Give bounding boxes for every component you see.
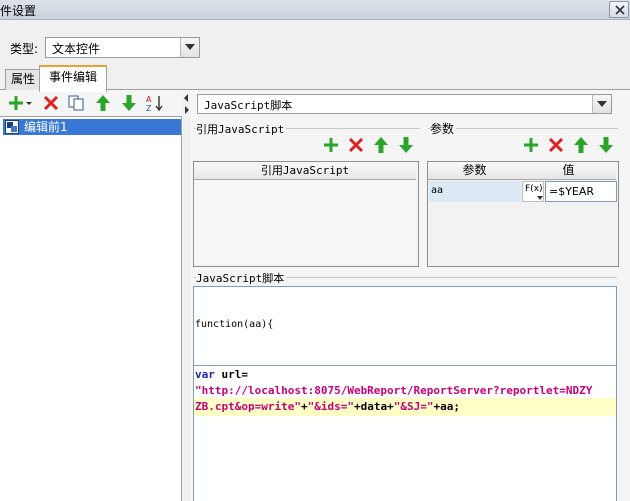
script-type-select[interactable]: JavaScript脚本 (197, 94, 612, 114)
title-bar (0, 0, 630, 20)
param-name-text: aa (431, 185, 444, 196)
code-operator: +data+ (353, 400, 394, 413)
event-list (0, 116, 182, 501)
tab-properties[interactable]: 属性 (5, 69, 41, 90)
delete-icon[interactable] (348, 137, 364, 153)
add-icon[interactable] (523, 137, 539, 153)
splitter-arrows-icon (184, 94, 189, 114)
type-label: 类型: (10, 42, 39, 56)
param-group-border (428, 128, 618, 129)
code-keyword: var (195, 368, 215, 381)
splitter[interactable] (183, 90, 190, 501)
param-name-cell[interactable]: aa (429, 181, 521, 202)
type-dropdown-button[interactable] (180, 38, 199, 57)
code-string: "&ids=" (307, 400, 354, 413)
tab-event-editing[interactable]: 事件编辑 (39, 65, 107, 92)
add-icon[interactable] (323, 137, 339, 153)
param-table: 参数 值 aa F(x) =$YEAR (427, 161, 619, 267)
svg-text:A: A (146, 95, 152, 104)
list-item[interactable]: 编辑前1 (3, 119, 181, 135)
chevron-down-icon (185, 44, 195, 50)
delete-icon[interactable] (43, 95, 59, 111)
param-value-input[interactable]: =$YEAR (545, 181, 617, 202)
script-type-dropdown-button[interactable] (592, 95, 611, 113)
code-operator: + (300, 400, 308, 413)
formula-button[interactable]: F(x) (522, 181, 544, 202)
event-item-label: 编辑前1 (24, 120, 68, 134)
code-line-3: ZB.cpt&op=write"+"&ids="+data+"&SJ="+aa; (195, 400, 460, 413)
param-value-header[interactable]: 值 (521, 162, 616, 180)
code-string: "&SJ=" (393, 400, 434, 413)
copy-icon[interactable] (68, 95, 84, 111)
window-title: 件设置 (0, 4, 37, 18)
code-text: +aa; (433, 400, 460, 413)
move-up-icon[interactable] (573, 137, 589, 153)
move-down-icon[interactable] (121, 95, 137, 111)
move-down-icon[interactable] (398, 137, 414, 153)
move-up-icon[interactable] (373, 137, 389, 153)
code-text: url= (214, 368, 248, 381)
move-down-icon[interactable] (598, 137, 614, 153)
close-button[interactable] (609, 1, 629, 18)
type-select-value: 文本控件 (52, 42, 101, 56)
chevron-down-icon (537, 196, 543, 200)
ref-js-table: 引用JavaScript (193, 161, 419, 267)
function-signature: function(aa){ (195, 319, 274, 330)
formula-icon: F(x) (525, 184, 543, 194)
script-icon (7, 122, 17, 132)
delete-icon[interactable] (548, 137, 564, 153)
event-toolbar: A Z (0, 90, 182, 116)
code-line-1: var url= (195, 368, 248, 381)
code-line-2: "http://localhost:8075/WebReport/ReportS… (195, 384, 593, 397)
type-select[interactable]: 文本控件 (45, 37, 200, 58)
param-value-text: =$YEAR (549, 185, 595, 198)
ref-js-table-body[interactable] (194, 180, 416, 264)
function-signature-area: function(aa){ (193, 286, 617, 366)
close-icon (615, 5, 625, 15)
add-icon[interactable] (9, 95, 33, 111)
move-up-icon[interactable] (95, 95, 111, 111)
chevron-down-icon (597, 101, 607, 107)
ref-js-column-header[interactable]: 引用JavaScript (194, 162, 416, 180)
sort-icon[interactable]: A Z (146, 94, 164, 112)
param-group-title: 参数 (430, 120, 457, 137)
script-group-title: JavaScript脚本 (196, 270, 287, 286)
code-string: ZB.cpt&op=write" (195, 400, 301, 413)
event-icon (5, 120, 19, 134)
param-name-header[interactable]: 参数 (428, 162, 522, 180)
ref-group-title: 引用JavaScript (196, 121, 287, 137)
svg-text:Z: Z (146, 104, 152, 112)
script-type-value: JavaScript脚本 (204, 99, 293, 112)
